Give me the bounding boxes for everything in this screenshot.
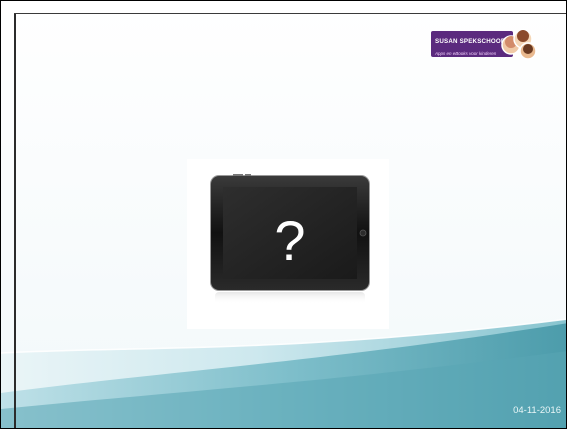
slide-date: 04-11-2016 xyxy=(513,405,561,416)
logo-subtitle: Apps en eBooks voor kinderen xyxy=(435,51,497,56)
top-border-rule xyxy=(14,13,566,14)
brand-logo: SUSAN SPEKSCHOOR Apps en eBooks voor kin… xyxy=(431,27,537,61)
left-border-rule xyxy=(14,13,16,428)
logo-faces-icon xyxy=(501,29,537,60)
presentation-slide: SUSAN SPEKSCHOOR Apps en eBooks voor kin… xyxy=(0,0,567,429)
logo-title: SUSAN SPEKSCHOOR xyxy=(435,38,506,45)
question-mark: ? xyxy=(274,209,306,272)
